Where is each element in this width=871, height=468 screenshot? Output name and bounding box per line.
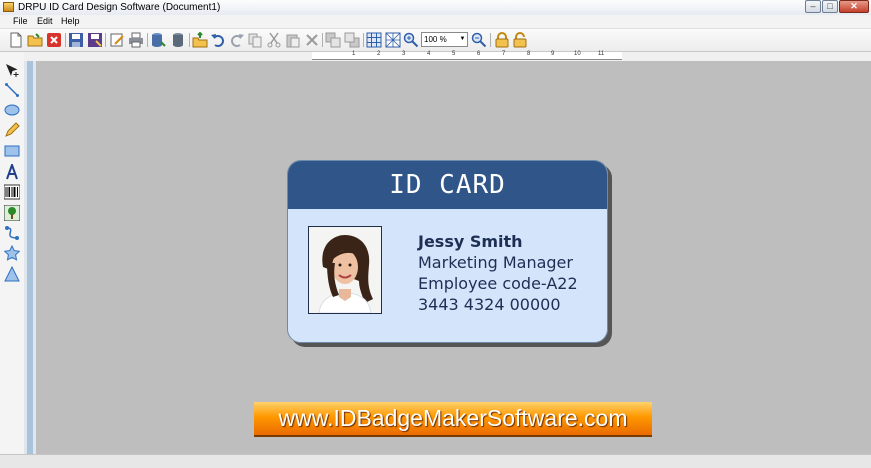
- ruler-label: 2: [377, 51, 381, 57]
- unlock-icon[interactable]: [512, 32, 528, 48]
- employee-name[interactable]: Jessy Smith: [418, 231, 578, 252]
- window-title: DRPU ID Card Design Software (Document1): [18, 2, 221, 13]
- send-back-icon[interactable]: [344, 32, 360, 48]
- employee-code[interactable]: Employee code-A22: [418, 273, 578, 294]
- print-icon[interactable]: [128, 32, 144, 48]
- save-as-icon[interactable]: [87, 32, 103, 48]
- star-icon[interactable]: [4, 245, 20, 261]
- ruler-label: 4: [427, 51, 431, 57]
- toolbar-separator: [105, 33, 106, 47]
- select-icon[interactable]: [4, 62, 20, 78]
- employee-phone[interactable]: 3443 4324 00000: [418, 294, 578, 315]
- zoom-in-icon[interactable]: [403, 32, 419, 48]
- cut-icon[interactable]: [266, 32, 282, 48]
- toolbar-separator: [490, 33, 491, 47]
- chevron-down-icon: ▼: [459, 36, 466, 42]
- close-button[interactable]: ✕: [839, 0, 869, 13]
- save-icon[interactable]: [68, 32, 84, 48]
- close-doc-icon[interactable]: [46, 32, 62, 48]
- open-icon[interactable]: [27, 32, 43, 48]
- tool-panel: [0, 52, 25, 467]
- minimize-button[interactable]: –: [805, 0, 821, 13]
- id-card[interactable]: ID CARD Jessy Smith Marketing Manager Em…: [287, 160, 608, 343]
- copy-icon[interactable]: [247, 32, 263, 48]
- website-url: www.IDBadgeMakerSoftware.com: [278, 405, 628, 431]
- toolbar-separator: [363, 33, 364, 47]
- ruler-label: 7: [502, 51, 506, 57]
- card-title: ID CARD: [389, 170, 506, 200]
- ruler-label: 6: [477, 51, 481, 57]
- stack-icon[interactable]: [170, 32, 186, 48]
- ruler-label: 11: [598, 51, 605, 57]
- ruler-label: 8: [527, 51, 531, 57]
- pattern-icon[interactable]: [385, 32, 401, 48]
- barcode-icon[interactable]: [4, 184, 20, 200]
- horizontal-ruler: 1 2 3 4 5 6 7 8 9 10 11: [24, 51, 871, 61]
- ruler-label: 3: [402, 51, 406, 57]
- paste-icon[interactable]: [285, 32, 301, 48]
- website-banner: www.IDBadgeMakerSoftware.com: [254, 402, 652, 435]
- menu-bar: File Edit Help: [0, 15, 871, 29]
- toolbar: 100 % ▼: [0, 29, 871, 52]
- ruler-label: 5: [452, 51, 456, 57]
- status-bar: [0, 454, 871, 468]
- ruler-strip: [27, 61, 33, 460]
- menu-help[interactable]: Help: [61, 16, 80, 27]
- triangle-icon[interactable]: [4, 266, 20, 282]
- vertical-ruler: [24, 61, 36, 460]
- zoom-out-icon[interactable]: [471, 32, 487, 48]
- pencil-icon[interactable]: [4, 122, 20, 138]
- maximize-button[interactable]: □: [822, 0, 838, 13]
- person-photo-icon: [309, 227, 381, 313]
- undo-icon[interactable]: [210, 32, 226, 48]
- database-icon[interactable]: [150, 32, 166, 48]
- new-icon[interactable]: [8, 32, 24, 48]
- curve-icon[interactable]: [4, 225, 20, 241]
- ruler-strip: 1 2 3 4 5 6 7 8 9 10 11: [312, 51, 622, 60]
- app-icon: [3, 2, 14, 12]
- employee-position[interactable]: Marketing Manager: [418, 252, 578, 273]
- text-icon[interactable]: [4, 164, 20, 180]
- ruler-label: 10: [574, 51, 581, 57]
- export-icon[interactable]: [192, 32, 208, 48]
- lock-icon[interactable]: [494, 32, 510, 48]
- rectangle-icon[interactable]: [4, 143, 20, 159]
- ruler-label: 9: [551, 51, 555, 57]
- zoom-select[interactable]: 100 % ▼: [421, 32, 468, 47]
- delete-icon[interactable]: [304, 32, 320, 48]
- title-bar: DRPU ID Card Design Software (Document1)…: [0, 0, 871, 16]
- toolbar-separator: [189, 33, 190, 47]
- line-icon[interactable]: [4, 82, 20, 98]
- ellipse-icon[interactable]: [4, 102, 20, 118]
- edit-icon[interactable]: [109, 32, 125, 48]
- bring-front-icon[interactable]: [325, 32, 341, 48]
- toolbar-separator: [147, 33, 148, 47]
- employee-photo[interactable]: [308, 226, 382, 314]
- grid-icon[interactable]: [366, 32, 382, 48]
- menu-file[interactable]: File: [13, 16, 28, 27]
- menu-edit[interactable]: Edit: [37, 16, 53, 27]
- employee-info: Jessy Smith Marketing Manager Employee c…: [418, 231, 578, 315]
- ruler-label: 1: [352, 51, 356, 57]
- redo-icon[interactable]: [229, 32, 245, 48]
- toolbar-separator: [322, 33, 323, 47]
- image-icon[interactable]: [4, 205, 20, 221]
- toolbar-separator: [65, 33, 66, 47]
- zoom-value: 100 %: [424, 35, 447, 44]
